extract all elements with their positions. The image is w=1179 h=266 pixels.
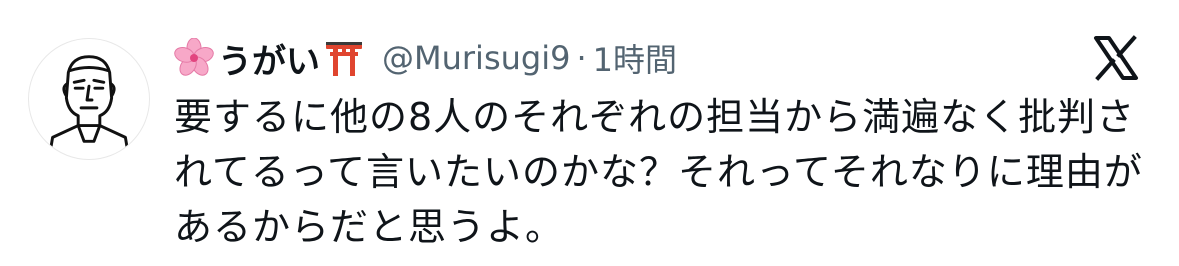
line-drawing-face-avatar-icon <box>49 55 129 151</box>
separator-dot: · <box>576 39 587 77</box>
tweet-text: 要するに他の8人のそれぞれの担当から満遍なく批判されてるって言いたいのかな？それ… <box>174 95 1143 249</box>
torii-gate-icon <box>324 38 364 78</box>
user-handle[interactable]: @Murisugi9 <box>382 39 570 77</box>
timestamp[interactable]: 1時間 <box>593 35 677 81</box>
tweet-content: うがい @Murisugi9 · 1時間 要するに他の8人のそれぞれの担当から満… <box>174 30 1142 255</box>
tweet-card[interactable]: うがい @Murisugi9 · 1時間 要するに他の8人のそれぞれの担当から満… <box>0 0 1179 266</box>
display-name[interactable]: うがい <box>218 34 320 83</box>
avatar[interactable] <box>28 38 150 160</box>
tweet-header: うがい @Murisugi9 · 1時間 <box>174 30 1134 86</box>
x-logo-icon[interactable] <box>1092 34 1140 82</box>
cherry-blossom-icon <box>174 37 214 78</box>
